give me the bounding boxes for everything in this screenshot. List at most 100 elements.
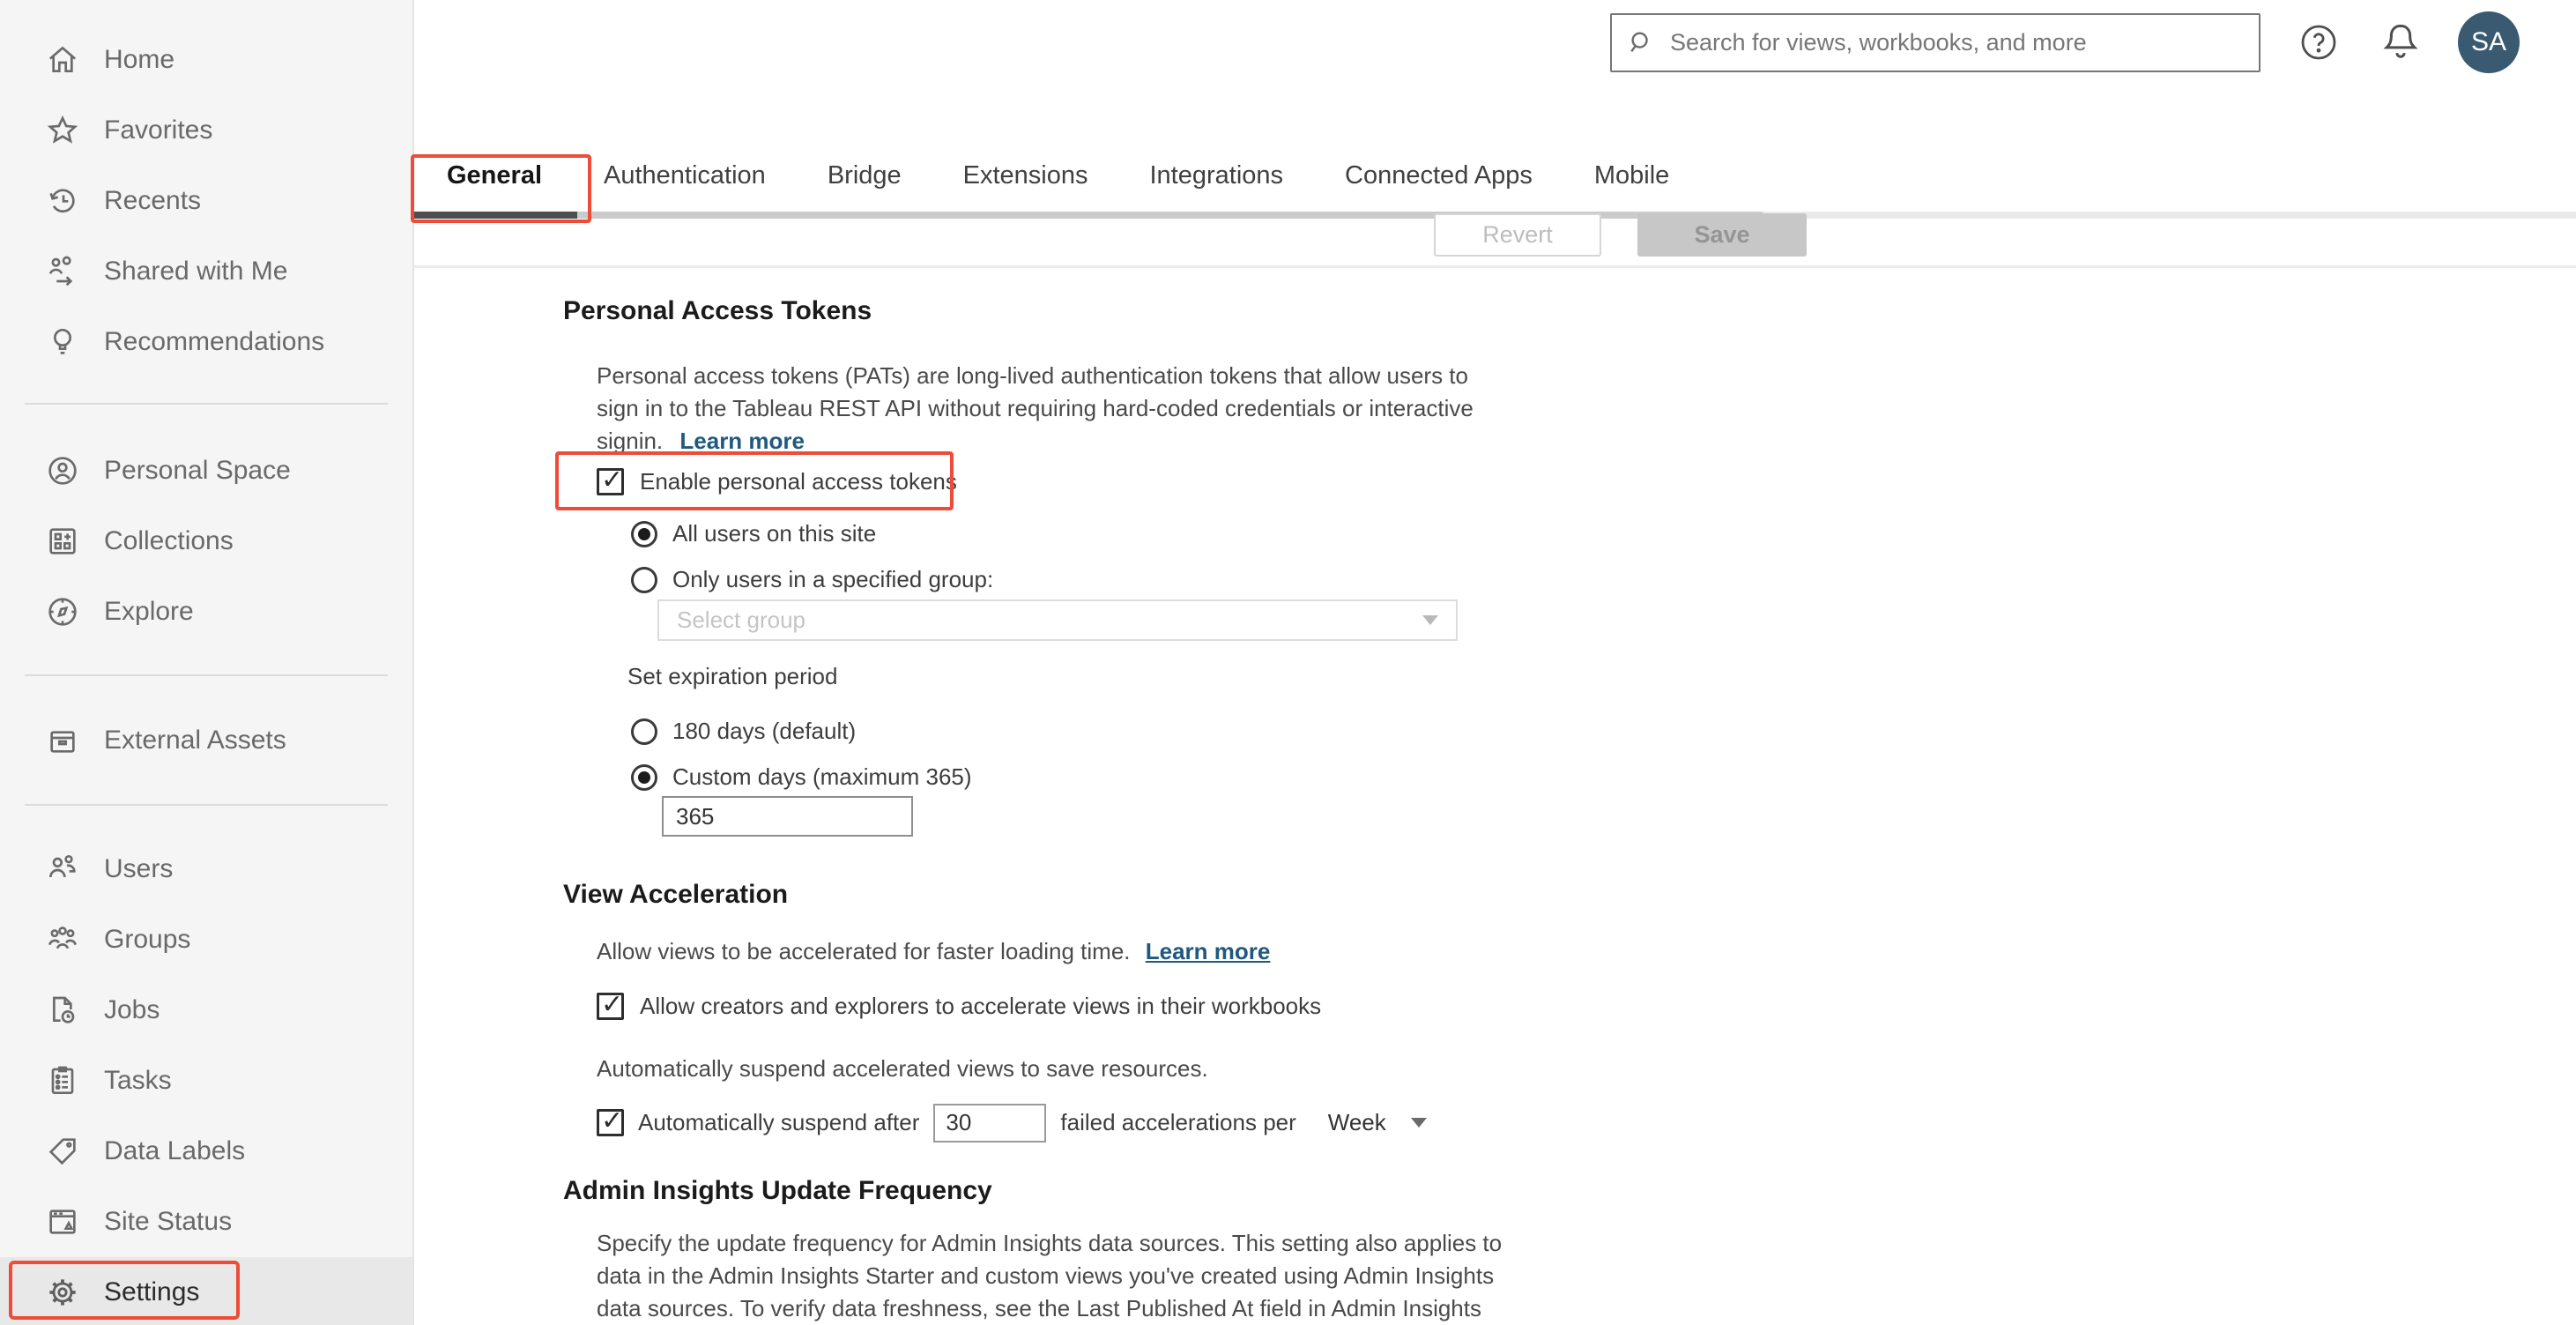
- gear-icon: [44, 1274, 81, 1311]
- tab-mobile[interactable]: Mobile: [1594, 161, 1669, 190]
- sidebar-item-external-assets[interactable]: External Assets: [0, 705, 412, 776]
- sidebar-item-shared-with-me[interactable]: Shared with Me: [0, 236, 412, 307]
- expiration-180-label: 180 days (default): [672, 718, 857, 744]
- expiration-custom-row[interactable]: Custom days (maximum 365): [631, 763, 972, 791]
- tab-authentication[interactable]: Authentication: [604, 161, 766, 190]
- allow-acceleration-checkbox[interactable]: [597, 989, 624, 1020]
- sidebar-item-home[interactable]: Home: [0, 25, 412, 95]
- enable-pat-checkbox[interactable]: [597, 465, 624, 495]
- tab-bridge[interactable]: Bridge: [828, 161, 902, 190]
- admin-insights-line: data sources. To verify data freshness, …: [597, 1295, 1481, 1321]
- pat-section-title: Personal Access Tokens: [563, 296, 872, 325]
- sidebar-item-settings[interactable]: Settings: [0, 1257, 412, 1325]
- lightbulb-icon: [44, 324, 81, 361]
- sidebar-item-recents[interactable]: Recents: [0, 166, 412, 236]
- groups-icon: [44, 921, 81, 958]
- tab-general[interactable]: General: [447, 161, 542, 190]
- sidebar-item-label: Personal Space: [104, 456, 291, 485]
- help-button[interactable]: [2298, 21, 2340, 63]
- admin-insights-line: data in the Admin Insights Starter and c…: [597, 1262, 1495, 1289]
- revert-button[interactable]: Revert: [1434, 213, 1601, 257]
- enable-pat-label: Enable personal access tokens: [640, 467, 957, 495]
- sidebar-item-data-labels[interactable]: Data Labels: [0, 1116, 412, 1187]
- specified-group-radio[interactable]: [631, 566, 657, 593]
- sidebar-item-label: Tasks: [104, 1066, 172, 1095]
- sidebar-item-favorites[interactable]: Favorites: [0, 95, 412, 166]
- tab-connected-apps[interactable]: Connected Apps: [1345, 161, 1533, 190]
- expiration-custom-radio[interactable]: [631, 763, 657, 791]
- pat-learn-more-link[interactable]: Learn more: [679, 428, 805, 454]
- expiration-180-radio[interactable]: [631, 718, 657, 745]
- sidebar-item-label: External Assets: [104, 726, 286, 755]
- notifications-button[interactable]: [2378, 19, 2424, 65]
- sidebar-item-collections[interactable]: Collections: [0, 506, 412, 577]
- collections-icon: [44, 523, 81, 560]
- expiration-period-label: Set expiration period: [627, 663, 838, 689]
- allow-acceleration-label: Allow creators and explorers to accelera…: [640, 992, 1322, 1019]
- chevron-down-icon: [1410, 1118, 1427, 1128]
- sidebar-item-label: Recents: [104, 186, 202, 215]
- pat-scope-group-row[interactable]: Only users in a specified group:: [631, 566, 993, 593]
- sidebar-item-users[interactable]: Users: [0, 834, 412, 904]
- home-icon: [44, 41, 81, 78]
- sidebar-item-label: Home: [104, 45, 175, 74]
- failed-accelerations-input[interactable]: [933, 1103, 1047, 1143]
- document-clock-icon: [44, 992, 81, 1029]
- tab-extensions[interactable]: Extensions: [963, 161, 1088, 190]
- sidebar-divider: [25, 674, 388, 676]
- expiration-custom-label: Custom days (maximum 365): [672, 763, 972, 790]
- auto-suspend-suffix: failed accelerations per: [1060, 1109, 1296, 1135]
- admin-insights-title: Admin Insights Update Frequency: [563, 1176, 992, 1205]
- period-value: Week: [1327, 1109, 1386, 1135]
- sidebar-item-site-status[interactable]: Site Status: [0, 1187, 412, 1257]
- va-learn-more-link[interactable]: Learn more: [1146, 938, 1271, 964]
- pat-description: Personal access tokens (PATs) are long-l…: [597, 360, 1474, 458]
- admin-insights-line: Specify the update frequency for Admin I…: [597, 1230, 1503, 1256]
- specified-group-label: Only users in a specified group:: [672, 566, 994, 592]
- sidebar-item-tasks[interactable]: Tasks: [0, 1046, 412, 1116]
- custom-days-input[interactable]: [662, 796, 913, 837]
- star-icon: [44, 112, 81, 149]
- sidebar-divider: [25, 403, 388, 405]
- sidebar-item-groups[interactable]: Groups: [0, 904, 412, 975]
- avatar[interactable]: SA: [2458, 11, 2520, 73]
- auto-suspend-checkbox[interactable]: [597, 1105, 624, 1136]
- save-button[interactable]: Save: [1637, 213, 1807, 257]
- allow-acceleration-row[interactable]: Allow creators and explorers to accelera…: [597, 989, 1322, 1022]
- pat-description-line: Personal access tokens (PATs) are long-l…: [597, 362, 1468, 389]
- admin-insights-description: Specify the update frequency for Admin I…: [597, 1227, 1502, 1325]
- suspend-intro-text: Automatically suspend accelerated views …: [597, 1055, 1208, 1082]
- sidebar: Home Favorites Recents Shared with Me Re…: [0, 0, 414, 1325]
- window-status-icon: [44, 1203, 81, 1240]
- sidebar-item-label: Users: [104, 854, 174, 883]
- view-acceleration-description: Allow views to be accelerated for faster…: [597, 938, 1271, 964]
- pat-scope-all-users-row[interactable]: All users on this site: [631, 520, 876, 547]
- sidebar-item-label: Groups: [104, 925, 191, 954]
- sidebar-item-label: Shared with Me: [104, 257, 288, 286]
- settings-page: Home Favorites Recents Shared with Me Re…: [0, 0, 2576, 1325]
- search-input[interactable]: [1668, 28, 2245, 57]
- sidebar-item-label: Recommendations: [104, 327, 325, 356]
- search-box[interactable]: [1610, 13, 2260, 72]
- sidebar-item-personal-space[interactable]: Personal Space: [0, 435, 412, 506]
- search-icon: [1630, 31, 1648, 52]
- bell-icon: [2383, 24, 2418, 58]
- pat-description-line: sign in to the Tableau REST API without …: [597, 395, 1474, 421]
- select-group-dropdown[interactable]: Select group: [657, 599, 1458, 641]
- all-users-radio[interactable]: [631, 520, 657, 547]
- sidebar-item-explore[interactable]: Explore: [0, 577, 412, 647]
- chevron-down-icon: [1422, 615, 1438, 625]
- expiration-180-row[interactable]: 180 days (default): [631, 718, 856, 745]
- sidebar-item-label: Explore: [104, 597, 194, 626]
- sidebar-item-recommendations[interactable]: Recommendations: [0, 307, 412, 377]
- settings-tabs: General Authentication Bridge Extensions…: [447, 161, 1669, 190]
- enable-pat-row[interactable]: Enable personal access tokens: [597, 465, 957, 497]
- sidebar-item-label: Favorites: [104, 115, 213, 145]
- compass-icon: [44, 593, 81, 630]
- period-dropdown[interactable]: Week: [1328, 1109, 1427, 1136]
- sidebar-item-label: Collections: [104, 526, 234, 555]
- sidebar-item-jobs[interactable]: Jobs: [0, 975, 412, 1046]
- sidebar-item-label: Settings: [104, 1277, 200, 1306]
- tab-integrations[interactable]: Integrations: [1150, 161, 1284, 190]
- pat-description-line: signin. Learn more: [597, 428, 805, 454]
